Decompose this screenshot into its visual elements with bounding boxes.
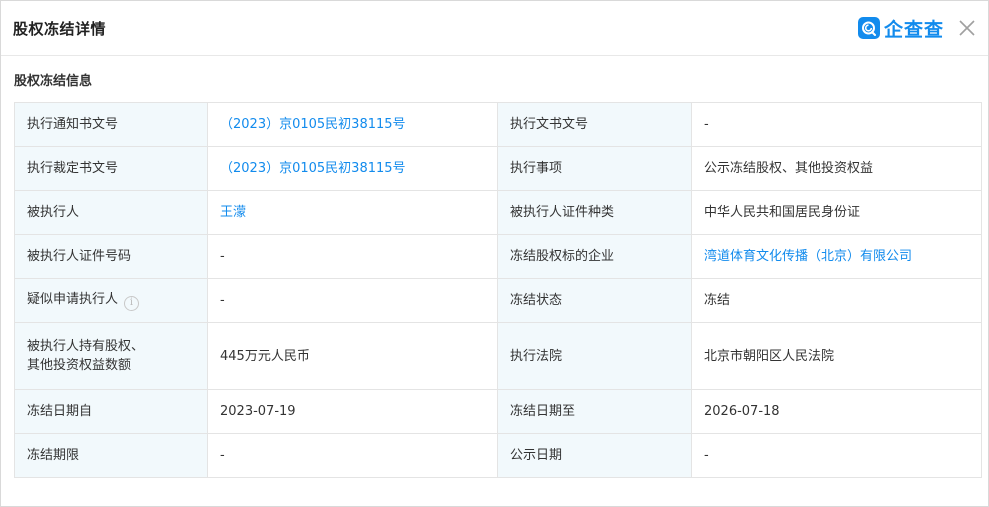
field-label: 执行文书文号 xyxy=(497,102,692,147)
field-value: 2023-07-19 xyxy=(207,389,498,434)
table-row: 被执行人持有股权、 其他投资权益数额 445万元人民币 执行法院 北京市朝阳区人民… xyxy=(14,322,982,390)
table-row: 被执行人证件号码 - 冻结股权标的企业 湾道体育文化传播（北京）有限公司 xyxy=(14,234,982,279)
field-label-line: 被执行人持有股权、 xyxy=(27,339,145,354)
table-row: 冻结期限 - 公示日期 - xyxy=(14,433,982,478)
executed-person-link[interactable]: 王濛 xyxy=(220,205,246,220)
field-value: - xyxy=(691,102,982,147)
ruling-doc-number-link[interactable]: （2023）京0105民初38115号 xyxy=(220,161,406,176)
field-label-text: 疑似申请执行人 xyxy=(27,292,119,308)
table-row: 被执行人 王濛 被执行人证件种类 中华人民共和国居民身份证 xyxy=(14,190,982,235)
field-value: 湾道体育文化传播（北京）有限公司 xyxy=(691,234,982,279)
field-value: （2023）京0105民初38115号 xyxy=(207,102,498,147)
equity-freeze-detail-dialog: 股权冻结详情 企查查 股权冻结信息 执行通知书文号 （2023）京0105民初3… xyxy=(0,0,989,507)
field-label: 公示日期 xyxy=(497,433,692,478)
field-label: 被执行人 xyxy=(14,190,208,235)
field-label: 被执行人持有股权、 其他投资权益数额 xyxy=(14,322,208,390)
dialog-header: 股权冻结详情 企查查 xyxy=(1,1,988,56)
field-value: 冻结 xyxy=(691,278,982,323)
field-label: 执行通知书文号 xyxy=(14,102,208,147)
table-row: 疑似申请执行人 i - 冻结状态 冻结 xyxy=(14,278,982,323)
field-label: 冻结股权标的企业 xyxy=(497,234,692,279)
field-value: - xyxy=(691,433,982,478)
close-icon[interactable] xyxy=(958,19,976,37)
field-label: 被执行人证件号码 xyxy=(14,234,208,279)
field-value: 公示冻结股权、其他投资权益 xyxy=(691,146,982,191)
field-label-line: 其他投资权益数额 xyxy=(27,358,132,373)
field-value: 445万元人民币 xyxy=(207,322,498,390)
header-actions: 企查查 xyxy=(857,15,976,42)
frozen-company-link[interactable]: 湾道体育文化传播（北京）有限公司 xyxy=(704,249,912,264)
notice-doc-number-link[interactable]: （2023）京0105民初38115号 xyxy=(220,117,406,132)
field-value: 中华人民共和国居民身份证 xyxy=(691,190,982,235)
field-value: 王濛 xyxy=(207,190,498,235)
equity-freeze-info-table: 执行通知书文号 （2023）京0105民初38115号 执行文书文号 - 执行裁… xyxy=(14,102,982,478)
table-row: 冻结日期自 2023-07-19 冻结日期至 2026-07-18 xyxy=(14,389,982,434)
field-label: 冻结日期自 xyxy=(14,389,208,434)
table-row: 执行裁定书文号 （2023）京0105民初38115号 执行事项 公示冻结股权、… xyxy=(14,146,982,191)
field-label: 冻结状态 xyxy=(497,278,692,323)
field-value: - xyxy=(207,433,498,478)
field-label: 疑似申请执行人 i xyxy=(14,278,208,323)
dialog-title: 股权冻结详情 xyxy=(13,19,107,38)
field-label: 执行事项 xyxy=(497,146,692,191)
field-label: 执行法院 xyxy=(497,322,692,390)
field-value: 北京市朝阳区人民法院 xyxy=(691,322,982,390)
field-label: 被执行人证件种类 xyxy=(497,190,692,235)
qichacha-logo-icon xyxy=(857,17,880,39)
section-title: 股权冻结信息 xyxy=(14,74,93,89)
field-value: - xyxy=(207,234,498,279)
brand-logo: 企查查 xyxy=(857,15,944,42)
info-icon[interactable]: i xyxy=(124,295,140,311)
brand-name: 企查查 xyxy=(883,18,944,41)
field-label: 冻结日期至 xyxy=(497,389,692,434)
field-value: - xyxy=(207,278,498,323)
field-value: 2026-07-18 xyxy=(691,389,982,434)
table-row: 执行通知书文号 （2023）京0105民初38115号 执行文书文号 - xyxy=(14,102,982,147)
field-label: 冻结期限 xyxy=(14,433,208,478)
field-value: （2023）京0105民初38115号 xyxy=(207,146,498,191)
field-label: 执行裁定书文号 xyxy=(14,146,208,191)
